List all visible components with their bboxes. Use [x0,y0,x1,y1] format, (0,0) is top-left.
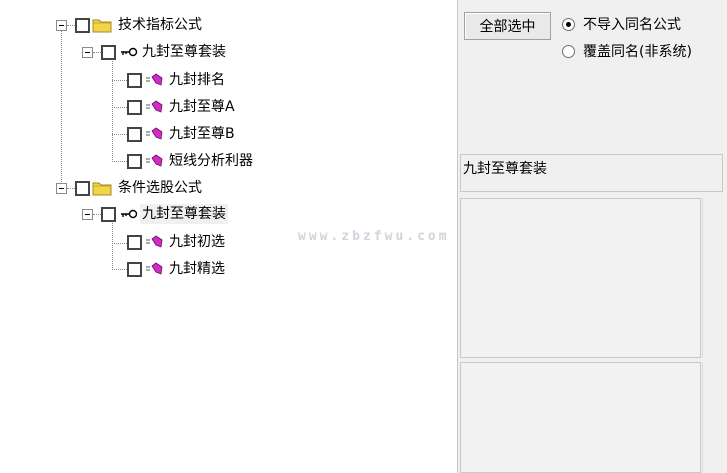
collapse-toggle[interactable] [56,19,67,31]
tree-line [112,58,113,162]
checkbox[interactable] [127,72,142,88]
tree-line [112,220,113,270]
collapse-toggle[interactable] [56,182,67,194]
selected-name-field[interactable]: 九封至尊套装 [460,154,723,192]
tree-line [61,30,62,188]
tree-formula-node[interactable]: 九封至尊B [127,122,237,146]
radio-label[interactable]: 覆盖同名(非系统) [583,41,692,61]
folder-icon [92,180,112,196]
notes-textarea[interactable] [460,362,701,473]
tree-formula-node[interactable]: 九封初选 [127,230,227,254]
formula-label[interactable]: 九封精选 [167,259,227,279]
checkbox[interactable] [101,206,116,222]
scrollbar[interactable] [702,198,726,358]
tree-formula-node[interactable]: 九封排名 [127,68,227,92]
folder-icon [92,17,112,33]
tree-line [112,161,127,162]
tree-line [112,80,127,81]
tree-line [112,243,127,244]
package-label[interactable]: 九封至尊套装 [140,204,228,224]
checkbox[interactable] [127,126,142,142]
formula-icon [145,127,163,141]
radio-button[interactable] [562,44,575,58]
tree-formula-node[interactable]: 短线分析利器 [127,149,255,173]
radio-button[interactable] [562,17,575,31]
formula-label[interactable]: 九封排名 [167,70,227,90]
tree-group-node[interactable]: 技术指标公式 [56,13,204,37]
formula-icon [145,262,163,276]
checkbox[interactable] [101,44,116,60]
checkbox[interactable] [75,180,90,196]
radio-label[interactable]: 不导入同名公式 [583,14,681,34]
checkbox[interactable] [127,99,142,115]
package-label[interactable]: 九封至尊套装 [140,42,228,62]
group-label[interactable]: 条件选股公式 [116,178,204,198]
tree-formula-node[interactable]: 九封精选 [127,257,227,281]
radio-overwrite-duplicates[interactable]: 覆盖同名(非系统) [562,41,692,61]
description-textarea[interactable] [460,198,701,358]
formula-label[interactable]: 九封初选 [167,232,227,252]
tree-group-node[interactable]: 条件选股公式 [56,176,204,200]
formula-icon [145,100,163,114]
checkbox[interactable] [75,17,90,33]
collapse-toggle[interactable] [82,208,93,220]
formula-label[interactable]: 九封至尊B [167,124,237,144]
formula-label[interactable]: 九封至尊A [167,97,237,117]
scrollbar[interactable] [702,362,726,473]
key-icon [120,209,138,219]
formula-icon [145,235,163,249]
tree-line [112,269,127,270]
import-options-panel: 全部选中 不导入同名公式 覆盖同名(非系统) 九封至尊套装 [457,0,727,473]
group-label[interactable]: 技术指标公式 [116,15,204,35]
collapse-toggle[interactable] [82,46,93,58]
key-icon [120,47,138,57]
tree-line [112,107,127,108]
checkbox[interactable] [127,234,142,250]
checkbox[interactable] [127,153,142,169]
tree-formula-node[interactable]: 九封至尊A [127,95,237,119]
watermark-text: www.zbzfwu.com [298,229,450,244]
tree-package-node[interactable]: 九封至尊套装 [82,40,228,64]
radio-skip-duplicates[interactable]: 不导入同名公式 [562,14,681,34]
tree-package-node[interactable]: 九封至尊套装 [82,202,228,226]
tree-line [112,134,127,135]
select-all-button[interactable]: 全部选中 [464,12,551,40]
formula-icon [145,73,163,87]
formula-label[interactable]: 短线分析利器 [167,151,255,171]
formula-icon [145,154,163,168]
checkbox[interactable] [127,261,142,277]
